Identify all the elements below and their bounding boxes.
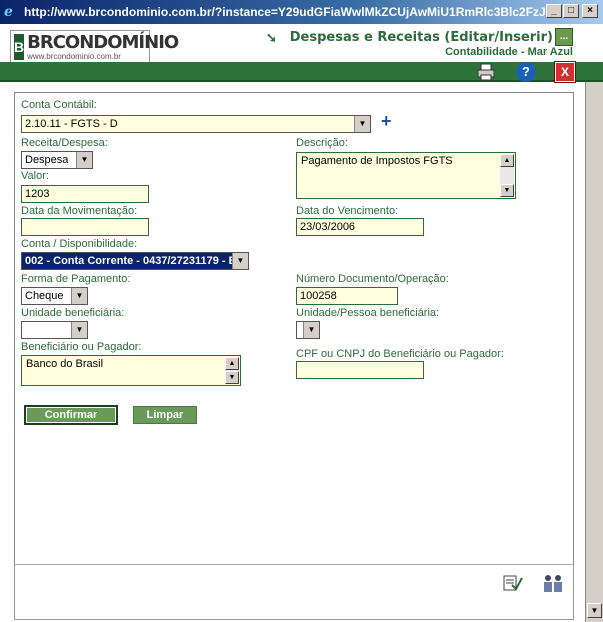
- beneficiario-value: Banco do Brasil: [26, 358, 104, 370]
- conta-contabil-select[interactable]: 2.10.11 - FGTS - D ▼: [21, 115, 371, 133]
- conta-disponibilidade-label: Conta / Disponibilidade:: [21, 238, 138, 250]
- chevron-down-icon[interactable]: ▼: [303, 322, 319, 338]
- chevron-down-icon[interactable]: ▼: [76, 152, 92, 168]
- window-close-button[interactable]: ×: [582, 4, 598, 18]
- valor-input[interactable]: 1203: [21, 185, 149, 203]
- valor-label: Valor:: [21, 170, 49, 182]
- menu-button[interactable]: ...: [555, 28, 573, 46]
- browser-icon: e: [4, 4, 13, 20]
- data-movimentacao-input[interactable]: [21, 218, 149, 236]
- help-icon[interactable]: ?: [516, 62, 536, 82]
- logo-mark-icon: B: [14, 34, 25, 60]
- brand-name: BRCONDOMÍNIO: [27, 31, 179, 53]
- forma-pagamento-value: Cheque: [25, 290, 64, 302]
- scroll-down-icon[interactable]: ▼: [587, 603, 602, 618]
- chevron-down-icon[interactable]: ▼: [232, 253, 248, 269]
- toolbar: ? X: [0, 60, 603, 88]
- form-panel: Conta Contábil: 2.10.11 - FGTS - D ▼ + R…: [14, 92, 574, 592]
- app-frame: B BRCONDOMÍNIO www.brcondominio.com.br ➘…: [0, 24, 603, 622]
- window-scrollbar[interactable]: ▼: [585, 82, 603, 622]
- brand-logo: B BRCONDOMÍNIO www.brcondominio.com.br: [10, 30, 179, 64]
- receita-despesa-select[interactable]: Despesa ▼: [21, 151, 93, 169]
- window-title: http://www.brcondominio.com.br/?instance…: [24, 5, 554, 19]
- descricao-label: Descrição:: [296, 137, 348, 149]
- page-title: Despesas e Receitas (Editar/Inserir): [289, 30, 553, 45]
- numero-documento-input[interactable]: 100258: [296, 287, 398, 305]
- printer-icon[interactable]: [476, 62, 496, 82]
- descricao-value: Pagamento de Impostos FGTS: [301, 155, 453, 167]
- confirmar-button[interactable]: Confirmar: [24, 405, 118, 425]
- data-vencimento-label: Data do Vencimento:: [296, 205, 399, 217]
- chevron-down-icon[interactable]: ▼: [354, 116, 370, 132]
- forma-pagamento-select[interactable]: Cheque ▼: [21, 287, 88, 305]
- scroll-up-icon[interactable]: ▲: [500, 154, 514, 167]
- chevron-down-icon[interactable]: ▼: [71, 322, 87, 338]
- beneficiario-textarea[interactable]: Banco do Brasil ▲ ▼: [21, 355, 241, 386]
- page-subtitle: Contabilidade - Mar Azul: [445, 46, 573, 58]
- chevron-down-icon[interactable]: ▼: [71, 288, 87, 304]
- forma-pagamento-label: Forma de Pagamento:: [21, 273, 131, 285]
- descricao-textarea[interactable]: Pagamento de Impostos FGTS ▲ ▼: [296, 152, 516, 199]
- close-icon[interactable]: X: [555, 62, 575, 82]
- conta-disponibilidade-value: 002 - Conta Corrente - 0437/27231179 - B: [25, 255, 237, 267]
- receita-despesa-label: Receita/Despesa:: [21, 137, 108, 149]
- edit-check-icon[interactable]: [501, 573, 525, 595]
- minimize-button[interactable]: _: [546, 4, 562, 18]
- limpar-button[interactable]: Limpar: [133, 406, 197, 424]
- data-vencimento-input[interactable]: 23/03/2006: [296, 218, 424, 236]
- arrow-icon: ➘: [266, 30, 277, 45]
- scroll-down-icon[interactable]: ▼: [225, 371, 239, 384]
- scroll-up-icon[interactable]: ▲: [225, 357, 239, 370]
- numero-documento-label: Número Documento/Operação:: [296, 273, 449, 285]
- footer-panel: [14, 564, 574, 620]
- users-icon[interactable]: [541, 573, 565, 595]
- unidade-beneficiaria-select[interactable]: ▼: [21, 321, 88, 339]
- receita-despesa-value: Despesa: [25, 154, 69, 166]
- conta-contabil-label: Conta Contábil:: [21, 99, 97, 111]
- unidade-beneficiaria-label: Unidade beneficiária:: [21, 307, 125, 319]
- window-title-bar: e http://www.brcondominio.com.br/?instan…: [0, 0, 603, 24]
- cpf-cnpj-input[interactable]: [296, 361, 424, 379]
- maximize-button[interactable]: □: [563, 4, 579, 18]
- unidade-pessoa-select[interactable]: ▼: [296, 321, 320, 339]
- beneficiario-label: Beneficiário ou Pagador:: [21, 341, 142, 353]
- add-icon[interactable]: +: [381, 111, 392, 132]
- cpf-cnpj-label: CPF ou CNPJ do Beneficiário ou Pagador:: [296, 348, 504, 360]
- conta-disponibilidade-select[interactable]: 002 - Conta Corrente - 0437/27231179 - B…: [21, 252, 249, 270]
- data-movimentacao-label: Data da Movimentação:: [21, 205, 138, 217]
- unidade-pessoa-label: Unidade/Pessoa beneficiária:: [296, 307, 440, 319]
- scroll-down-icon[interactable]: ▼: [500, 184, 514, 197]
- conta-contabil-value: 2.10.11 - FGTS - D: [25, 118, 118, 130]
- descricao-scrollbar[interactable]: ▲ ▼: [500, 154, 514, 197]
- beneficiario-scrollbar[interactable]: ▲ ▼: [225, 357, 239, 384]
